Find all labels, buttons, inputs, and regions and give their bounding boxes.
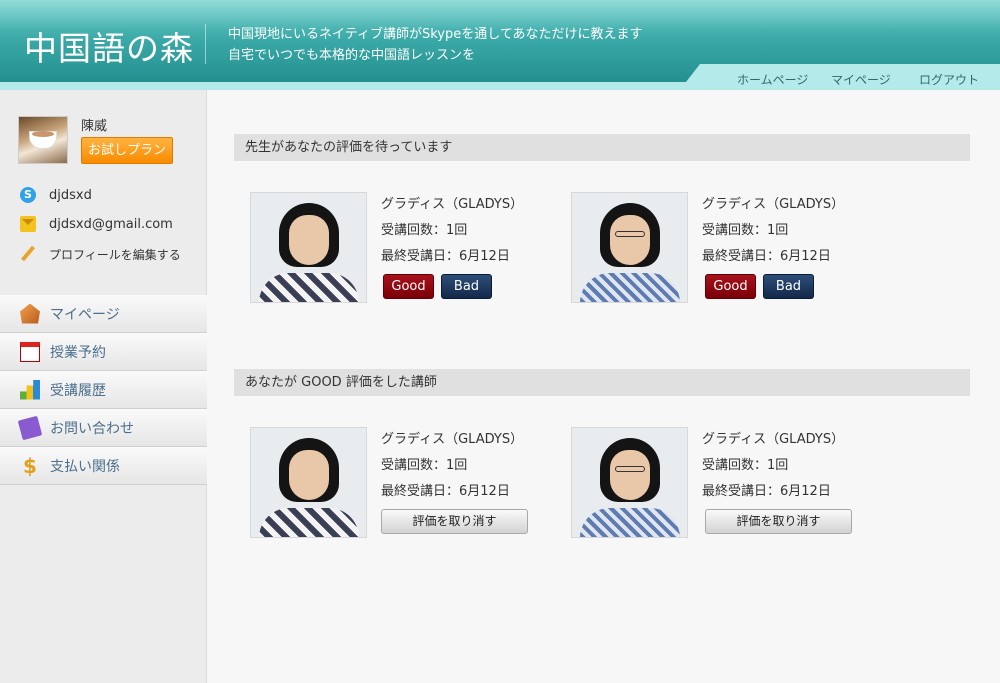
tagline-line-1: 中国現地にいるネイティブ講師がSkypeを通してあなただけに教えます (228, 27, 643, 42)
avatar (18, 116, 68, 164)
chart-icon (20, 379, 40, 400)
photo-face (610, 450, 650, 500)
photo-shirt (580, 273, 680, 302)
nav-mypage-link[interactable]: マイページ (831, 71, 891, 88)
pending-section-title: 先生があなたの評価を待っています (234, 134, 970, 161)
menu-item-payment[interactable]: $ 支払い関係 (0, 447, 207, 485)
nav-slant (686, 64, 700, 82)
calendar-icon (20, 341, 40, 362)
last-lesson-date: 最終受講日：6月12日 (381, 484, 510, 499)
good-button[interactable]: Good (705, 274, 756, 299)
last-lesson-date: 最終受講日：6月12日 (381, 249, 510, 264)
last-lesson-date: 最終受講日：6月12日 (702, 484, 831, 499)
house-icon (20, 303, 40, 324)
tagline-line-2: 自宅でいつでも本格的な中国語レッスンを (228, 48, 476, 63)
dollar-icon: $ (23, 453, 37, 478)
teacher-photo[interactable] (250, 192, 367, 303)
pencil-icon (20, 246, 36, 262)
nav-logout-link[interactable]: ログアウト (919, 71, 979, 88)
email-row: djdsxd@gmail.com (20, 215, 173, 233)
pending-teacher-card: グラディス（GLADYS） 受講回数：1回 最終受講日：6月12日 Good B… (571, 192, 871, 304)
menu-item-label: お問い合わせ (50, 420, 134, 437)
lesson-count: 受講回数：1回 (381, 458, 468, 473)
skype-icon: S (20, 187, 36, 203)
cancel-rating-button[interactable]: 評価を取り消す (705, 509, 852, 534)
teacher-name[interactable]: グラディス（GLADYS） (702, 428, 844, 447)
teacher-photo[interactable] (571, 192, 688, 303)
photo-shirt (580, 508, 680, 537)
photo-face (289, 450, 329, 500)
rated-section-title: あなたが GOOD 評価をした講師 (234, 369, 970, 396)
nav-home-link[interactable]: ホームページ (737, 71, 808, 88)
bad-button[interactable]: Bad (441, 274, 492, 299)
cancel-rating-button[interactable]: 評価を取り消す (381, 509, 528, 534)
teacher-name[interactable]: グラディス（GLADYS） (381, 193, 523, 212)
teacher-photo[interactable] (571, 427, 688, 538)
teacher-photo[interactable] (250, 427, 367, 538)
teacher-name[interactable]: グラディス（GLADYS） (381, 428, 523, 447)
photo-shirt (259, 508, 359, 537)
bad-button[interactable]: Bad (763, 274, 814, 299)
menu-item-label: マイページ (50, 306, 120, 323)
profile-name: 陳威 (81, 119, 108, 134)
menu-item-mypage[interactable]: マイページ (0, 295, 207, 333)
menu-item-history[interactable]: 受講履歴 (0, 371, 207, 409)
menu-item-reservation[interactable]: 授業予約 (0, 333, 207, 371)
sidebar: 陳威 お試しプラン S djdsxd djdsxd@gmail.com プロフィ… (0, 90, 207, 683)
last-lesson-date: 最終受講日：6月12日 (702, 249, 831, 264)
photo-glasses (615, 466, 645, 472)
photo-glasses (615, 231, 645, 237)
trial-plan-button[interactable]: お試しプラン (81, 137, 173, 164)
skype-row: S djdsxd (20, 186, 92, 204)
photo-shirt (259, 273, 359, 302)
good-button[interactable]: Good (383, 274, 434, 299)
mail-icon (20, 216, 36, 232)
rated-teacher-card: グラディス（GLADYS） 受講回数：1回 最終受講日：6月12日 評価を取り消… (250, 427, 550, 539)
site-tagline: 中国現地にいるネイティブ講師がSkypeを通してあなただけに教えます 自宅でいつ… (228, 24, 642, 66)
skype-id: djdsxd (49, 187, 92, 203)
photo-face (610, 215, 650, 265)
photo-face (289, 215, 329, 265)
envelope-icon (17, 415, 43, 440)
menu-item-contact[interactable]: お問い合わせ (0, 409, 207, 447)
menu-item-label: 受講履歴 (50, 382, 106, 399)
lesson-count: 受講回数：1回 (702, 223, 789, 238)
site-logo[interactable]: 中国語の森 (24, 22, 194, 70)
rated-teacher-card: グラディス（GLADYS） 受講回数：1回 最終受講日：6月12日 評価を取り消… (571, 427, 871, 539)
avatar-coffee (32, 131, 54, 137)
email-address: djdsxd@gmail.com (49, 216, 173, 232)
edit-profile-link[interactable]: プロフィールを編集する (49, 246, 181, 263)
lesson-count: 受講回数：1回 (702, 458, 789, 473)
lesson-count: 受講回数：1回 (381, 223, 468, 238)
menu-item-label: 支払い関係 (50, 458, 120, 475)
top-nav: ホームページ マイページ ログアウト (700, 64, 1000, 90)
header-divider (205, 24, 206, 64)
edit-profile-row[interactable]: プロフィールを編集する (20, 245, 181, 263)
teacher-name[interactable]: グラディス（GLADYS） (702, 193, 844, 212)
pending-teacher-card: グラディス（GLADYS） 受講回数：1回 最終受講日：6月12日 Good B… (250, 192, 550, 304)
menu-item-label: 授業予約 (50, 344, 106, 361)
